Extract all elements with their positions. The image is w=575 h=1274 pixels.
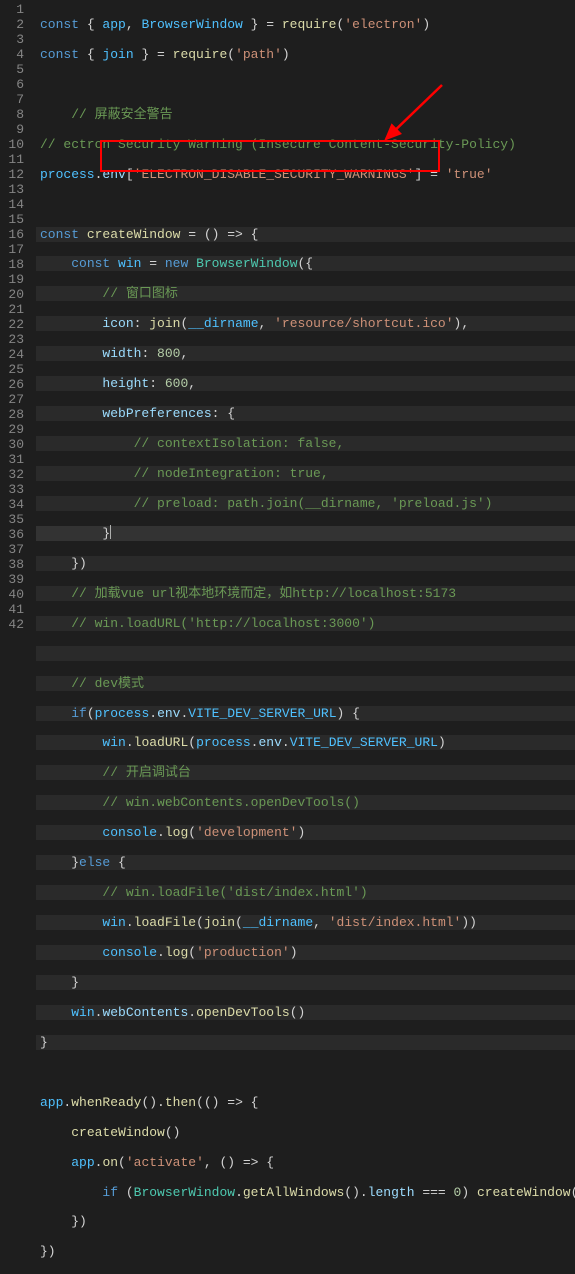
code-line[interactable]: console.log('production') <box>36 945 575 960</box>
code-line[interactable]: // 屏蔽安全警告 <box>36 107 575 122</box>
code-line[interactable]: // win.loadFile('dist/index.html') <box>36 885 575 900</box>
line-number: 12 <box>8 167 24 182</box>
line-number: 5 <box>8 62 24 77</box>
line-number: 33 <box>8 482 24 497</box>
line-number: 17 <box>8 242 24 257</box>
line-number: 3 <box>8 32 24 47</box>
line-number: 1 <box>8 2 24 17</box>
line-number: 22 <box>8 317 24 332</box>
line-number: 27 <box>8 392 24 407</box>
code-line[interactable]: // 加载vue url视本地环境而定，如http://localhost:51… <box>36 586 575 601</box>
line-number: 41 <box>8 602 24 617</box>
code-line[interactable]: const { join } = require('path') <box>36 47 575 62</box>
code-line[interactable]: }else { <box>36 855 575 870</box>
line-number: 10 <box>8 137 24 152</box>
line-number: 24 <box>8 347 24 362</box>
code-line[interactable]: // nodeIntegration: true, <box>36 466 575 481</box>
line-number: 14 <box>8 197 24 212</box>
code-line[interactable]: console.log('development') <box>36 825 575 840</box>
code-line[interactable]: } <box>36 975 575 990</box>
line-number: 34 <box>8 497 24 512</box>
line-number: 35 <box>8 512 24 527</box>
code-line[interactable]: win.loadFile(join(__dirname, 'dist/index… <box>36 915 575 930</box>
code-line[interactable]: win.webContents.openDevTools() <box>36 1005 575 1020</box>
code-line[interactable]: webPreferences: { <box>36 406 575 421</box>
line-number: 39 <box>8 572 24 587</box>
code-line[interactable]: createWindow() <box>36 1125 575 1140</box>
code-line[interactable]: const win = new BrowserWindow({ <box>36 256 575 271</box>
code-line[interactable] <box>36 197 575 212</box>
line-number: 19 <box>8 272 24 287</box>
code-line[interactable]: // 窗口图标 <box>36 286 575 301</box>
line-number: 15 <box>8 212 24 227</box>
code-content[interactable]: const { app, BrowserWindow } = require('… <box>36 0 575 1274</box>
code-editor[interactable]: 1 2 3 4 5 6 7 8 9 10 11 12 13 14 15 16 1… <box>0 0 575 1274</box>
text-cursor <box>110 525 111 539</box>
line-number: 29 <box>8 422 24 437</box>
code-line[interactable]: // dev模式 <box>36 676 575 691</box>
code-line[interactable]: // contextIsolation: false, <box>36 436 575 451</box>
code-line[interactable]: icon: join(__dirname, 'resource/shortcut… <box>36 316 575 331</box>
code-line-active[interactable]: } <box>36 526 575 541</box>
line-number: 28 <box>8 407 24 422</box>
line-number: 8 <box>8 107 24 122</box>
line-number: 2 <box>8 17 24 32</box>
code-line[interactable]: width: 800, <box>36 346 575 361</box>
line-number: 7 <box>8 92 24 107</box>
line-number: 38 <box>8 557 24 572</box>
code-line[interactable]: process.env['ELECTRON_DISABLE_SECURITY_W… <box>36 167 575 182</box>
code-line[interactable]: }) <box>36 1214 575 1229</box>
line-number: 9 <box>8 122 24 137</box>
line-number: 18 <box>8 257 24 272</box>
line-number: 42 <box>8 617 24 632</box>
code-line[interactable]: // preload: path.join(__dirname, 'preloa… <box>36 496 575 511</box>
line-number: 11 <box>8 152 24 167</box>
line-number: 16 <box>8 227 24 242</box>
line-number: 13 <box>8 182 24 197</box>
line-number: 25 <box>8 362 24 377</box>
code-line[interactable]: } <box>36 1035 575 1050</box>
code-line[interactable]: app.whenReady().then(() => { <box>36 1095 575 1110</box>
code-line[interactable]: // win.webContents.openDevTools() <box>36 795 575 810</box>
line-number: 31 <box>8 452 24 467</box>
code-line[interactable]: // ectron Security Warning (Insecure Con… <box>36 137 575 152</box>
code-line[interactable]: const { app, BrowserWindow } = require('… <box>36 17 575 32</box>
line-number: 40 <box>8 587 24 602</box>
code-line[interactable]: }) <box>36 556 575 571</box>
line-number: 4 <box>8 47 24 62</box>
code-line[interactable]: if (BrowserWindow.getAllWindows().length… <box>36 1185 575 1200</box>
code-line[interactable] <box>36 646 575 661</box>
code-line[interactable]: win.loadURL(process.env.VITE_DEV_SERVER_… <box>36 735 575 750</box>
code-line[interactable]: if(process.env.VITE_DEV_SERVER_URL) { <box>36 706 575 721</box>
code-line[interactable] <box>36 77 575 92</box>
code-line[interactable]: height: 600, <box>36 376 575 391</box>
code-line[interactable]: // win.loadURL('http://localhost:3000') <box>36 616 575 631</box>
line-number: 36 <box>8 527 24 542</box>
code-line[interactable] <box>36 1065 575 1080</box>
code-line[interactable]: }) <box>36 1244 575 1259</box>
code-line[interactable]: app.on('activate', () => { <box>36 1155 575 1170</box>
line-number: 20 <box>8 287 24 302</box>
line-number-gutter: 1 2 3 4 5 6 7 8 9 10 11 12 13 14 15 16 1… <box>0 0 36 1274</box>
line-number: 6 <box>8 77 24 92</box>
line-number: 30 <box>8 437 24 452</box>
line-number: 21 <box>8 302 24 317</box>
code-line[interactable]: const createWindow = () => { <box>36 227 575 242</box>
line-number: 32 <box>8 467 24 482</box>
line-number: 37 <box>8 542 24 557</box>
line-number: 26 <box>8 377 24 392</box>
code-line[interactable]: // 开启调试台 <box>36 765 575 780</box>
line-number: 23 <box>8 332 24 347</box>
